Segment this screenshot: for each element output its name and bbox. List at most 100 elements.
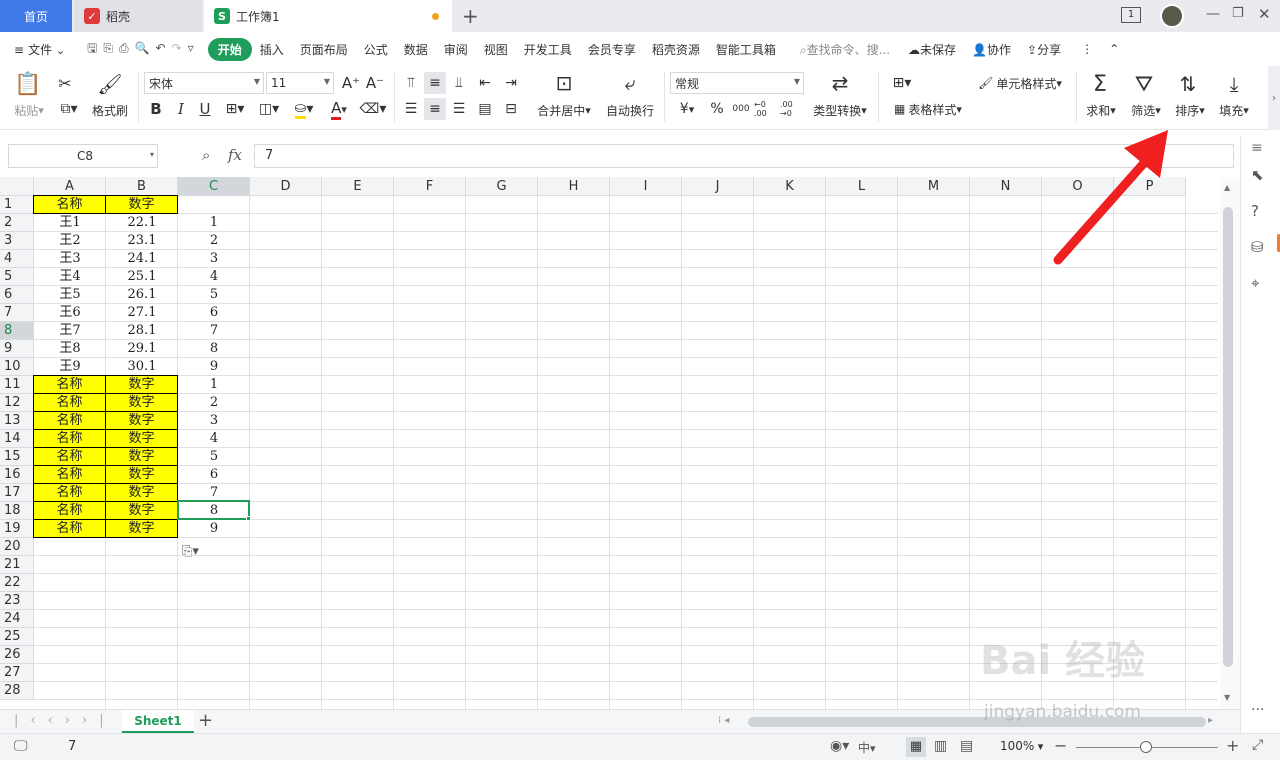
row-header-9[interactable]: 9	[0, 340, 34, 358]
cell-a2[interactable]: 王1	[34, 214, 106, 232]
scroll-down-icon[interactable]: ▼	[1224, 693, 1230, 702]
table-style-button[interactable]: ▦ 表格样式 ▾	[886, 98, 970, 120]
scroll-up-icon[interactable]: ▲	[1224, 183, 1230, 192]
cell-c8[interactable]: 7	[178, 322, 250, 340]
row-header-20[interactable]: 20	[0, 538, 34, 556]
cell-b16[interactable]: 数字	[105, 465, 178, 484]
row-header-28[interactable]: 28	[0, 682, 34, 700]
column-header-h[interactable]: H	[538, 177, 610, 196]
zoom-level[interactable]: 100% ▾	[1000, 739, 1043, 753]
zoom-slider-thumb[interactable]	[1140, 741, 1152, 753]
row-header-16[interactable]: 16	[0, 466, 34, 484]
last-sheet-icon[interactable]: ›|	[82, 713, 116, 728]
select-cursor-icon[interactable]: ⬉	[1251, 166, 1264, 184]
column-header-c[interactable]: C	[178, 177, 250, 196]
paste-options-icon[interactable]: ⎘▾	[182, 544, 212, 564]
align-top-icon[interactable]: ⫪	[400, 72, 422, 94]
zoom-out-icon[interactable]: −	[1054, 736, 1067, 755]
location-icon[interactable]: ⌖	[1251, 274, 1259, 292]
column-header-d[interactable]: D	[250, 177, 322, 196]
cell-a17[interactable]: 名称	[33, 483, 106, 502]
cell-b6[interactable]: 26.1	[106, 286, 178, 304]
row-header-26[interactable]: 26	[0, 646, 34, 664]
row-header-27[interactable]: 27	[0, 664, 34, 682]
row-header-6[interactable]: 6	[0, 286, 34, 304]
paste-button[interactable]: 粘贴 ▾	[8, 102, 50, 118]
paste-icon[interactable]: 📋	[14, 70, 42, 98]
file-menu[interactable]: ≡ 文件 ⌄	[0, 41, 73, 58]
restore-icon[interactable]: ❐	[1232, 6, 1244, 21]
cell-c2[interactable]: 1	[178, 214, 250, 232]
menu-tab-daoke-resources[interactable]: 稻壳资源	[644, 41, 708, 58]
row-header-17[interactable]: 17	[0, 484, 34, 502]
sheet-nav[interactable]: |‹‹››|	[14, 713, 116, 728]
row-header-10[interactable]: 10	[0, 358, 34, 376]
bold-button[interactable]: B	[146, 98, 166, 120]
cell-a14[interactable]: 名称	[33, 429, 106, 448]
minimize-icon[interactable]: —	[1206, 6, 1220, 22]
menu-tab-formula[interactable]: 公式	[356, 41, 396, 58]
command-search[interactable]: ⌕查找命令、搜...	[784, 41, 898, 58]
name-box[interactable]: C8 ▾	[8, 144, 158, 168]
italic-button[interactable]: I	[172, 98, 190, 120]
function-icon[interactable]: fx	[228, 146, 242, 164]
cell-b11[interactable]: 数字	[105, 375, 178, 394]
cell-c3[interactable]: 2	[178, 232, 250, 250]
cell-a4[interactable]: 王3	[34, 250, 106, 268]
column-header-k[interactable]: K	[754, 177, 826, 196]
align-center-icon[interactable]: ≡	[424, 98, 446, 120]
close-icon[interactable]: ✕	[1258, 5, 1271, 23]
cell-a6[interactable]: 王5	[34, 286, 106, 304]
align-left-icon[interactable]: ☰	[400, 98, 422, 120]
status-screen-icon[interactable]: 🖵	[14, 738, 28, 754]
tab-home[interactable]: 首页	[0, 0, 72, 32]
cell-a19[interactable]: 名称	[33, 519, 106, 538]
cell-b10[interactable]: 30.1	[106, 358, 178, 376]
distribute-icon[interactable]: ⊟	[500, 98, 522, 120]
align-bottom-icon[interactable]: ⫫	[448, 72, 470, 94]
cell-a16[interactable]: 名称	[33, 465, 106, 484]
print-icon[interactable]: ⎙	[119, 41, 135, 55]
cell-b19[interactable]: 数字	[105, 519, 178, 538]
cell-c19[interactable]: 9	[178, 520, 250, 538]
underline-button[interactable]: U	[196, 98, 214, 120]
cell-b13[interactable]: 数字	[105, 411, 178, 430]
wrap-text-icon[interactable]: ⤶	[614, 70, 646, 96]
cell-a10[interactable]: 王9	[34, 358, 106, 376]
decimal-decrease-button[interactable]: .00 →0	[780, 98, 804, 120]
cut-icon[interactable]: ✂	[54, 72, 76, 94]
cell-b14[interactable]: 数字	[105, 429, 178, 448]
font-grow-icon[interactable]: A⁺	[342, 72, 360, 94]
menu-tab-page-layout[interactable]: 页面布局	[292, 41, 356, 58]
eye-protect-icon[interactable]: ◉▾	[830, 738, 849, 754]
cell-b3[interactable]: 23.1	[106, 232, 178, 250]
next-sheet-icon[interactable]: ›	[65, 713, 82, 728]
cell-a1[interactable]: 名称	[33, 195, 106, 214]
select-all-corner[interactable]	[0, 177, 34, 196]
align-right-icon[interactable]: ☰	[448, 98, 470, 120]
decimal-increase-button[interactable]: ←0 .00	[754, 98, 778, 120]
fill-icon[interactable]: ⤓	[1220, 70, 1248, 98]
cell-c7[interactable]: 6	[178, 304, 250, 322]
cell-a12[interactable]: 名称	[33, 393, 106, 412]
row-header-18[interactable]: 18	[0, 502, 34, 520]
cell-c16[interactable]: 6	[178, 466, 250, 484]
vertical-scrollbar[interactable]: ▲ ▼	[1220, 177, 1240, 709]
row-header-19[interactable]: 19	[0, 520, 34, 538]
more-menu-icon[interactable]: ⋮	[1069, 42, 1101, 56]
menu-tab-start[interactable]: 开始	[207, 37, 252, 61]
vertical-scroll-thumb[interactable]	[1223, 207, 1233, 667]
add-sheet-icon[interactable]: +	[198, 710, 213, 731]
row-header-8[interactable]: 8	[0, 322, 34, 340]
fill-handle[interactable]	[246, 516, 251, 521]
first-sheet-icon[interactable]: |‹	[14, 713, 48, 728]
cell-c9[interactable]: 8	[178, 340, 250, 358]
cell-a11[interactable]: 名称	[33, 375, 106, 394]
cell-c4[interactable]: 3	[178, 250, 250, 268]
sum-icon[interactable]: Σ	[1086, 70, 1114, 98]
cell-c14[interactable]: 4	[178, 430, 250, 448]
cell-a13[interactable]: 名称	[33, 411, 106, 430]
cell-b17[interactable]: 数字	[105, 483, 178, 502]
cell-b9[interactable]: 29.1	[106, 340, 178, 358]
column-header-j[interactable]: J	[682, 177, 754, 196]
